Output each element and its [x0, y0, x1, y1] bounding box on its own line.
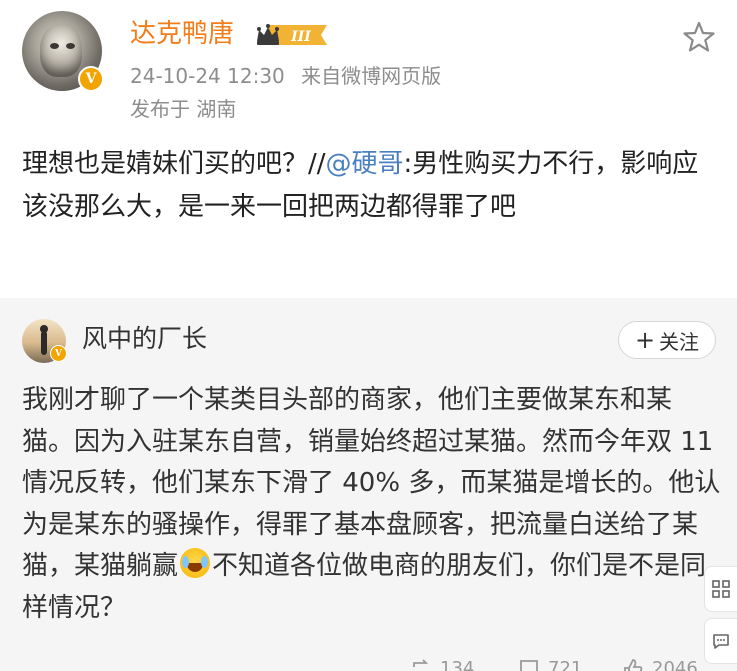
avatar-figure — [41, 331, 47, 355]
post-text-lead: 理想也是婧妹们买的吧？// — [22, 149, 326, 179]
repost-author-name[interactable]: 风中的厂长 — [82, 322, 207, 356]
repost-action-bar: 134 721 2046 — [0, 658, 737, 671]
like-count: 2046 — [652, 658, 698, 671]
verified-icon: V — [78, 66, 104, 92]
chat-icon — [713, 634, 729, 649]
post-body: 理想也是婧妹们买的吧？//@硬哥:男性购买力不行，影响应该没那么大，是一来一回把… — [22, 143, 722, 229]
comment-action[interactable]: 721 — [518, 658, 582, 671]
post-meta: 24-10-24 12:30 来自微博网页版 — [130, 63, 441, 89]
post-location: 发布于 湖南 — [130, 97, 237, 121]
grid-icon — [712, 580, 730, 598]
mention-link[interactable]: @硬哥 — [326, 149, 404, 179]
side-tab-grid[interactable] — [704, 566, 737, 612]
laugh-cry-emoji — [180, 548, 211, 578]
level-badge-label: III — [290, 29, 311, 45]
level-badge-icon[interactable]: III — [255, 22, 330, 48]
repost-body: 我刚才聊了一个某类目头部的商家，他们主要做某东和某猫。因为入驻某东自营，销量始终… — [22, 380, 722, 629]
verified-icon: V — [50, 345, 67, 362]
like-icon — [624, 659, 643, 671]
author-name[interactable]: 达克鸭唐 — [130, 17, 234, 51]
avatar-eye — [50, 43, 59, 49]
star-icon[interactable] — [682, 20, 716, 54]
comment-count: 721 — [548, 658, 583, 671]
post-time[interactable]: 24-10-24 12:30 — [130, 64, 285, 88]
post-source: 来自微博网页版 — [301, 64, 442, 88]
plus-icon: + — [634, 326, 656, 354]
like-action[interactable]: 2046 — [622, 658, 698, 671]
repost-count: 134 — [440, 658, 475, 671]
follow-label: 关注 — [659, 329, 700, 354]
avatar-face — [40, 25, 82, 77]
post-header: V 达克鸭唐 III 24-10-24 12:30 来自微博网页版 发布于 湖南 — [0, 0, 737, 130]
repost-icon — [413, 659, 429, 671]
repost-action[interactable]: 134 — [410, 658, 474, 671]
comment-icon — [520, 660, 538, 671]
avatar-eye — [66, 43, 75, 49]
follow-button[interactable]: + 关注 — [618, 321, 716, 359]
